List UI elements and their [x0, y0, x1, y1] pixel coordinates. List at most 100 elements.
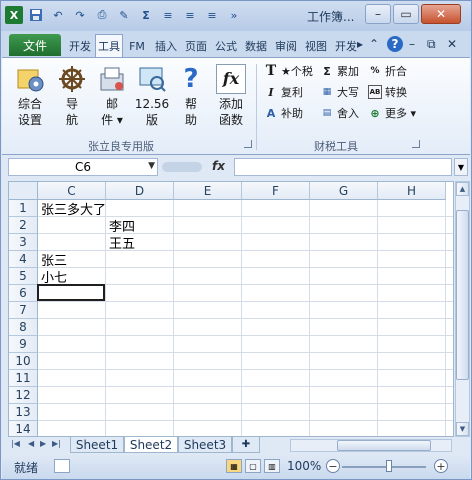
format-painter-icon[interactable]: ✎	[115, 6, 133, 24]
row-header-9[interactable]: 9	[9, 336, 38, 353]
cell-c1[interactable]: 张三多大了	[38, 200, 106, 218]
row-header-10[interactable]: 10	[9, 353, 38, 370]
close-button[interactable]: ✕	[421, 4, 461, 24]
next-sheet-icon[interactable]: ▶	[40, 439, 46, 448]
add-function-button[interactable]: fx 添加 函数	[214, 64, 248, 128]
name-box[interactable]: C6 ▼	[8, 158, 158, 176]
row-header-6[interactable]: 6	[9, 285, 38, 302]
help-icon[interactable]: ?	[387, 36, 403, 52]
sum-icon[interactable]: Σ	[137, 6, 155, 24]
navigation-button[interactable]: 导 航	[57, 64, 87, 128]
scroll-up-icon[interactable]: ▲	[456, 182, 469, 196]
excel-logo-icon[interactable]: X	[5, 6, 23, 24]
worksheet-grid[interactable]: C D E F G H 1 2 3 4 5 6 7 8 9 10 11 12 13 14 张三多大了 李四 王五 张三 小七	[8, 181, 454, 437]
settings-button[interactable]: 综合 设置	[12, 64, 48, 128]
insert-function-icon[interactable]: fx	[212, 159, 225, 173]
align-right-icon[interactable]: ≡	[203, 6, 221, 24]
zoom-level[interactable]: 100%	[287, 459, 321, 473]
discount-button[interactable]: % 折合	[368, 62, 407, 80]
horizontal-scrollbar[interactable]	[290, 439, 452, 452]
group2-launcher-icon[interactable]	[412, 140, 420, 148]
compound-button[interactable]: I 复利	[264, 83, 303, 101]
undo-icon[interactable]: ↶	[49, 6, 67, 24]
tab-developer-2[interactable]: 开发	[332, 36, 360, 56]
first-sheet-icon[interactable]: |◀	[11, 439, 20, 448]
normal-view-icon[interactable]: ▦	[226, 459, 242, 473]
prev-sheet-icon[interactable]: ◀	[28, 439, 34, 448]
page-break-view-icon[interactable]: ▥	[264, 459, 280, 473]
zoom-slider-thumb[interactable]	[386, 460, 392, 472]
row-header-14[interactable]: 14	[9, 421, 38, 436]
column-header-d[interactable]: D	[106, 182, 174, 200]
restore-button[interactable]: ▭	[393, 4, 419, 24]
row-header-5[interactable]: 5	[9, 268, 38, 285]
tax-button[interactable]: T ★个税	[264, 62, 313, 80]
macro-record-icon[interactable]	[54, 459, 70, 473]
row-header-4[interactable]: 4	[9, 251, 38, 268]
page-layout-view-icon[interactable]: ▢	[245, 459, 261, 473]
save-icon[interactable]	[27, 6, 45, 24]
row-header-3[interactable]: 3	[9, 234, 38, 251]
cell-c5[interactable]: 小七	[38, 268, 67, 286]
help-button[interactable]: ? 帮 助	[178, 64, 204, 128]
select-all-corner[interactable]	[9, 182, 38, 200]
tab-data[interactable]: 数据	[242, 36, 270, 56]
row-header-12[interactable]: 12	[9, 387, 38, 404]
column-header-f[interactable]: F	[242, 182, 310, 200]
formula-input[interactable]	[234, 158, 452, 176]
ribbon-collapse-icon[interactable]: ⌃	[369, 37, 379, 51]
scroll-down-icon[interactable]: ▼	[456, 422, 469, 436]
column-header-c[interactable]: C	[38, 182, 106, 200]
tab-tools[interactable]: 工具	[95, 34, 123, 57]
tab-file[interactable]: 文件	[9, 34, 61, 56]
align-center-icon[interactable]: ≡	[181, 6, 199, 24]
row-header-8[interactable]: 8	[9, 319, 38, 336]
row-header-2[interactable]: 2	[9, 217, 38, 234]
tab-fm[interactable]: FM	[124, 36, 150, 56]
doc-close-icon[interactable]: ✕	[447, 37, 457, 51]
zoom-slider[interactable]	[342, 466, 426, 468]
row-header-7[interactable]: 7	[9, 302, 38, 319]
name-box-dropdown-icon[interactable]: ▼	[148, 161, 155, 171]
round-button[interactable]: ▤ 舍入	[320, 104, 359, 122]
sheet-tab-2[interactable]: Sheet2	[124, 437, 178, 453]
more-button[interactable]: ⊕ 更多 ▾	[368, 104, 416, 122]
row-header-1[interactable]: 1	[9, 200, 38, 217]
selected-cell-outline[interactable]	[37, 284, 105, 301]
row-header-11[interactable]: 11	[9, 370, 38, 387]
accumulate-button[interactable]: Σ 累加	[320, 62, 359, 80]
last-sheet-icon[interactable]: ▶|	[52, 439, 61, 448]
tab-formula[interactable]: 公式	[212, 36, 240, 56]
formula-expand-icon[interactable]: ▼	[454, 158, 468, 176]
zoom-in-icon[interactable]: +	[434, 459, 448, 473]
tab-scroll-right-icon[interactable]: ▸	[357, 37, 363, 51]
more-icon[interactable]: »	[225, 6, 243, 24]
column-header-h[interactable]: H	[378, 182, 446, 200]
cell-d2[interactable]: 李四	[106, 217, 135, 235]
row-header-13[interactable]: 13	[9, 404, 38, 421]
group1-launcher-icon[interactable]	[244, 140, 252, 148]
print-icon[interactable]: ⎙	[93, 6, 111, 24]
tab-developer-1[interactable]: 开发	[65, 36, 95, 56]
cell-d3[interactable]: 王五	[106, 234, 135, 252]
doc-restore-icon[interactable]: ⧉	[427, 37, 436, 52]
align-left-icon[interactable]: ≡	[159, 6, 177, 24]
new-sheet-icon[interactable]: ✚	[232, 437, 260, 453]
horizontal-scroll-thumb[interactable]	[337, 440, 431, 451]
tab-page[interactable]: 页面	[182, 36, 210, 56]
minimize-button[interactable]: –	[365, 4, 391, 24]
version-button[interactable]: 12.56 版	[134, 64, 170, 128]
mail-button[interactable]: 邮 件 ▾	[94, 64, 130, 128]
zoom-out-icon[interactable]: −	[326, 459, 340, 473]
tab-view[interactable]: 视图	[302, 36, 330, 56]
vertical-scroll-thumb[interactable]	[456, 210, 469, 380]
redo-icon[interactable]: ↷	[71, 6, 89, 24]
tab-insert[interactable]: 插入	[152, 36, 180, 56]
vertical-scrollbar[interactable]: ▲ ▼	[455, 181, 470, 437]
tab-review[interactable]: 审阅	[272, 36, 300, 56]
column-header-g[interactable]: G	[310, 182, 378, 200]
sheet-tab-1[interactable]: Sheet1	[70, 437, 124, 453]
cell-c4[interactable]: 张三	[38, 251, 67, 269]
column-header-e[interactable]: E	[174, 182, 242, 200]
sheet-tab-3[interactable]: Sheet3	[178, 437, 232, 453]
